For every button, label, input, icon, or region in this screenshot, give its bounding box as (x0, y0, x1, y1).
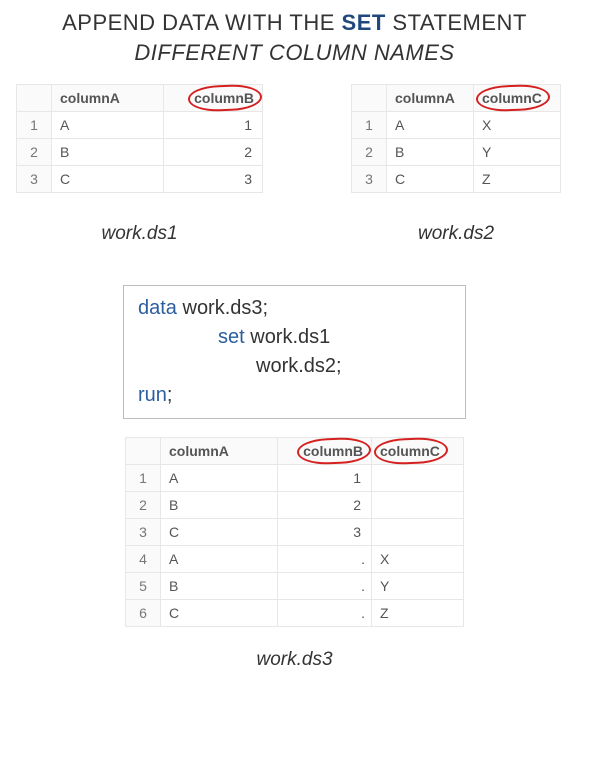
ds2-corner (352, 85, 387, 112)
cell: Z (372, 600, 464, 627)
table-row: 2 B Y (352, 139, 561, 166)
highlight-oval: columnB (194, 90, 254, 106)
ds1-header-columnA: columnA (52, 85, 164, 112)
cell (372, 465, 464, 492)
code-data-keyword: data (138, 297, 177, 319)
cell: A (387, 112, 474, 139)
ds2-header-columnA: columnA (387, 85, 474, 112)
cell: X (372, 546, 464, 573)
table-row: 2 B 2 (17, 139, 263, 166)
highlight-oval: columnB (303, 443, 363, 459)
highlight-oval: columnC (380, 443, 440, 459)
cell: 3 (164, 166, 263, 193)
row-number: 4 (126, 546, 161, 573)
cell: . (278, 573, 372, 600)
ds1-header-columnB-label: columnB (194, 90, 254, 106)
title-suffix: STATEMENT (386, 10, 527, 35)
ds3-header-columnC-label: columnC (380, 443, 440, 459)
table-row: 1 A X (352, 112, 561, 139)
title-prefix: APPEND DATA WITH THE (62, 10, 341, 35)
cell (372, 519, 464, 546)
cell: 3 (278, 519, 372, 546)
table-row: 6 C . Z (126, 600, 464, 627)
cell (372, 492, 464, 519)
ds3-label: work.ds3 (256, 649, 332, 671)
slide-title: APPEND DATA WITH THE SET STATEMENT DIFFE… (0, 0, 589, 66)
cell: A (161, 546, 278, 573)
code-set-arg1: work.ds1 (245, 326, 331, 348)
table-row: 3 C 3 (17, 166, 263, 193)
cell: C (387, 166, 474, 193)
title-set-keyword: SET (342, 10, 386, 35)
cell: A (52, 112, 164, 139)
table-row: 1 A 1 (17, 112, 263, 139)
cell: B (52, 139, 164, 166)
ds2-header-columnC-label: columnC (482, 90, 542, 106)
cell: . (278, 600, 372, 627)
row-number: 2 (126, 492, 161, 519)
row-number: 3 (352, 166, 387, 193)
ds1-label: work.ds1 (101, 223, 177, 245)
ds2-table: columnA columnC 1 A X 2 B Y 3 C Z (351, 84, 561, 193)
code-set-keyword: set (218, 326, 245, 348)
ds2-header-columnC: columnC (474, 85, 561, 112)
row-number: 2 (17, 139, 52, 166)
code-run-keyword: run (138, 384, 167, 406)
ds1-corner (17, 85, 52, 112)
cell: 1 (164, 112, 263, 139)
cell: B (161, 492, 278, 519)
table-row: 3 C Z (352, 166, 561, 193)
cell: . (278, 546, 372, 573)
row-number: 3 (126, 519, 161, 546)
cell: X (474, 112, 561, 139)
ds2-label: work.ds2 (418, 223, 494, 245)
code-data-arg: work.ds3; (177, 297, 268, 319)
cell: A (161, 465, 278, 492)
table-row: 2 B 2 (126, 492, 464, 519)
row-number: 5 (126, 573, 161, 600)
ds1-header-columnB: columnB (164, 85, 263, 112)
cell: C (161, 519, 278, 546)
cell: Z (474, 166, 561, 193)
ds1-table: columnA columnB 1 A 1 2 B 2 3 C 3 (16, 84, 263, 193)
sas-code-box: data work.ds3; set work.ds1 work.ds2; ru… (123, 285, 466, 419)
row-number: 1 (17, 112, 52, 139)
ds3-header-columnA: columnA (161, 438, 278, 465)
table-row: 3 C 3 (126, 519, 464, 546)
cell: B (161, 573, 278, 600)
row-number: 1 (352, 112, 387, 139)
title-subline: DIFFERENT COLUMN NAMES (0, 40, 589, 66)
cell: Y (372, 573, 464, 600)
cell: B (387, 139, 474, 166)
ds3-header-columnC: columnC (372, 438, 464, 465)
cell: 2 (278, 492, 372, 519)
row-number: 1 (126, 465, 161, 492)
row-number: 3 (17, 166, 52, 193)
ds3-header-columnB: columnB (278, 438, 372, 465)
cell: C (161, 600, 278, 627)
ds3-header-columnB-label: columnB (303, 443, 363, 459)
table-row: 1 A 1 (126, 465, 464, 492)
ds1-block: columnA columnB 1 A 1 2 B 2 3 C 3 work.d… (16, 84, 263, 245)
cell: Y (474, 139, 561, 166)
cell: C (52, 166, 164, 193)
table-row: 4 A . X (126, 546, 464, 573)
top-tables-row: columnA columnB 1 A 1 2 B 2 3 C 3 work.d… (0, 66, 589, 245)
highlight-oval: columnC (482, 90, 542, 106)
code-run-post: ; (167, 384, 173, 406)
ds2-block: columnA columnC 1 A X 2 B Y 3 C Z work.d… (351, 84, 561, 245)
code-set-arg2: work.ds2; (138, 352, 453, 381)
cell: 2 (164, 139, 263, 166)
ds3-corner (126, 438, 161, 465)
table-row: 5 B . Y (126, 573, 464, 600)
row-number: 2 (352, 139, 387, 166)
cell: 1 (278, 465, 372, 492)
ds3-block: columnA columnB columnC 1 A 1 2 B 2 3 C … (0, 437, 589, 671)
row-number: 6 (126, 600, 161, 627)
ds3-table: columnA columnB columnC 1 A 1 2 B 2 3 C … (125, 437, 464, 627)
